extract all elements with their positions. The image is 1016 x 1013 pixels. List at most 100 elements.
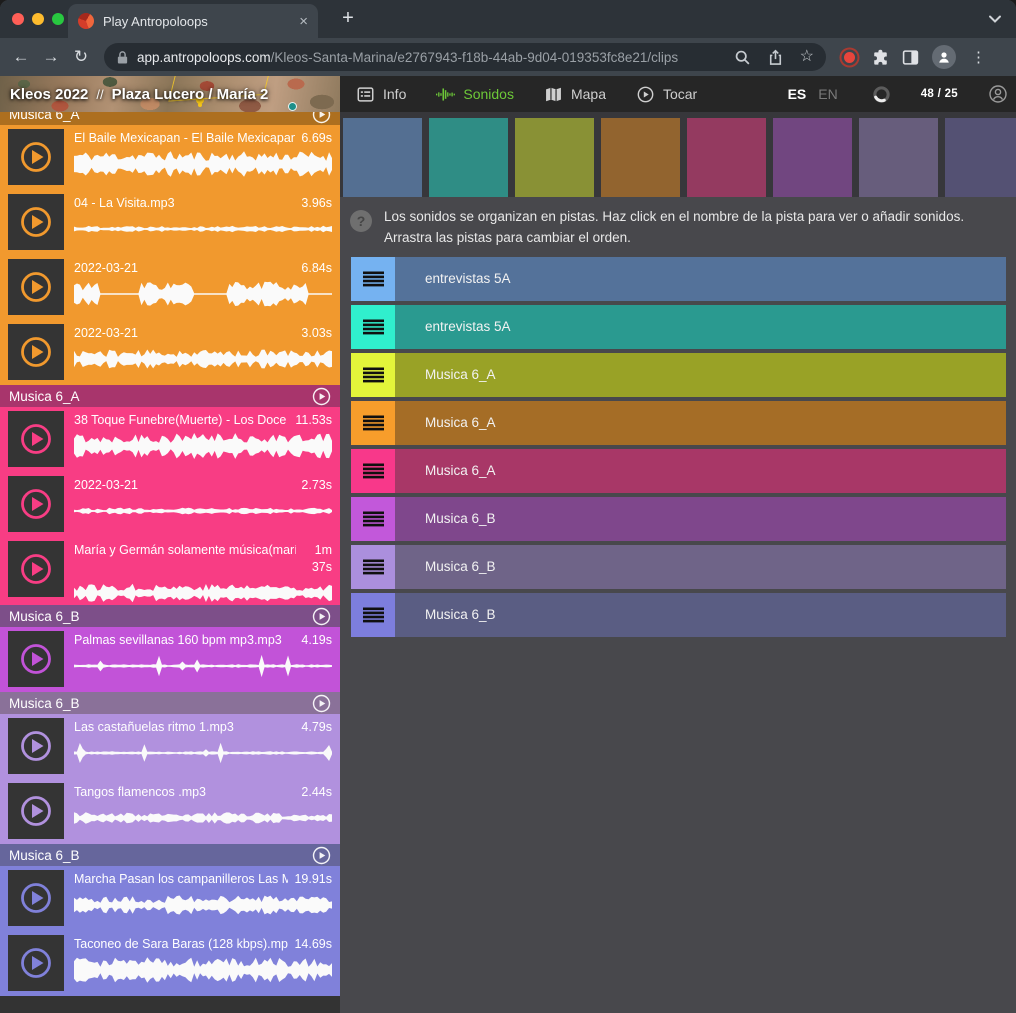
clip-play-button[interactable] [8,783,64,839]
track-section-header[interactable]: Musica 6_A [0,385,340,407]
track-color-swatch[interactable] [343,118,422,197]
track-row[interactable]: entrevistas 5A [351,305,1006,349]
clip-waveform[interactable] [74,738,332,768]
track-color-swatch[interactable] [429,118,508,197]
track-name-bar[interactable]: Musica 6_B [395,593,1006,637]
section-play-icon[interactable] [312,694,331,713]
app-header: Kleos 2022 // Plaza Lucero / María 2 Inf… [0,76,1016,112]
clip-waveform[interactable] [74,651,332,681]
nav-item-sonidos[interactable]: Sonidos [436,86,514,103]
clip-waveform[interactable] [74,803,332,833]
clip-play-button[interactable] [8,411,64,467]
clip-body: Marcha Pasan los campanilleros Las Mejor… [74,870,332,928]
clip-play-button[interactable] [8,935,64,991]
nav-item-info[interactable]: Info [356,86,406,103]
track-row[interactable]: Musica 6_B [351,497,1006,541]
nav-item-mapa[interactable]: Mapa [544,86,606,103]
nav-item-tocar[interactable]: Tocar [636,86,697,103]
track-drag-handle[interactable] [351,593,395,637]
clip-waveform[interactable] [74,578,332,608]
clip-duration: 6.69s [301,130,332,147]
clip-body: 2022-03-21 3.03s [74,324,332,382]
track-name-bar[interactable]: Musica 6_B [395,545,1006,589]
clip-play-button[interactable] [8,194,64,250]
clip-waveform[interactable] [74,214,332,244]
track-drag-handle[interactable] [351,401,395,445]
language-toggle-es[interactable]: ES [788,86,807,102]
forward-button[interactable]: → [36,47,66,67]
track-name: entrevistas 5A [425,271,511,286]
track-drag-handle[interactable] [351,257,395,301]
clip-waveform[interactable] [74,149,332,179]
clip-play-button[interactable] [8,324,64,380]
clip-play-button[interactable] [8,129,64,185]
close-window-button[interactable] [12,13,24,25]
track-drag-handle[interactable] [351,449,395,493]
share-icon[interactable] [767,49,784,66]
reload-button[interactable]: ↻ [66,47,96,67]
clip-play-button[interactable] [8,476,64,532]
minimize-window-button[interactable] [32,13,44,25]
section-play-icon[interactable] [312,846,331,865]
track-row[interactable]: Musica 6_A [351,449,1006,493]
loading-spinner-icon [872,85,891,104]
track-drag-handle[interactable] [351,353,395,397]
new-tab-button[interactable]: + [336,7,360,31]
track-section-header[interactable]: Musica 6_B [0,692,340,714]
track-section-header[interactable]: Musica 6_A [0,112,340,125]
account-icon[interactable] [988,84,1008,104]
track-color-swatch[interactable] [945,118,1016,197]
browser-profile-avatar[interactable] [932,45,956,69]
project-map-thumbnail[interactable]: Kleos 2022 // Plaza Lucero / María 2 [0,76,340,112]
clip-waveform[interactable] [74,344,332,374]
tab-search-chevron-icon[interactable] [988,13,1002,25]
back-button[interactable]: ← [6,47,36,67]
track-name-bar[interactable]: entrevistas 5A [395,305,1006,349]
section-play-icon[interactable] [312,387,331,406]
url-bar[interactable]: app.antropoloops.com/Kleos-Santa-Marina/… [104,43,826,71]
track-drag-handle[interactable] [351,497,395,541]
language-toggle-en[interactable]: EN [818,86,837,102]
breadcrumb-project[interactable]: Kleos 2022 [10,86,88,103]
track-row[interactable]: Musica 6_A [351,353,1006,397]
browser-tab[interactable]: Play Antropoloops × [68,4,318,38]
track-color-swatch[interactable] [859,118,938,197]
track-row[interactable]: Musica 6_B [351,593,1006,637]
recording-indicator-icon[interactable] [844,52,855,63]
section-play-icon[interactable] [312,112,331,124]
track-name-bar[interactable]: Musica 6_A [395,449,1006,493]
clip-waveform[interactable] [74,496,332,526]
side-panel-icon[interactable] [902,49,919,66]
track-color-swatch[interactable] [601,118,680,197]
track-color-swatch[interactable] [773,118,852,197]
track-name-bar[interactable]: Musica 6_A [395,401,1006,445]
track-color-swatch[interactable] [515,118,594,197]
clip-waveform[interactable] [74,431,332,461]
extensions-puzzle-icon[interactable] [872,49,889,66]
track-section-header[interactable]: Musica 6_B [0,844,340,866]
track-name-bar[interactable]: entrevistas 5A [395,257,1006,301]
zoom-window-button[interactable] [52,13,64,25]
clip-play-button[interactable] [8,631,64,687]
track-color-swatch[interactable] [687,118,766,197]
clip-waveform[interactable] [74,279,332,309]
tab-close-icon[interactable]: × [299,14,308,29]
track-name-bar[interactable]: Musica 6_B [395,497,1006,541]
section-play-icon[interactable] [312,607,331,626]
track-drag-handle[interactable] [351,545,395,589]
browser-menu-icon[interactable]: ⋮ [969,48,996,66]
track-drag-handle[interactable] [351,305,395,349]
bookmark-star-icon[interactable]: ☆ [800,49,814,65]
clip-waveform[interactable] [74,890,332,920]
clip-play-button[interactable] [8,259,64,315]
track-section-header[interactable]: Musica 6_B [0,605,340,627]
clip-play-button[interactable] [8,870,64,926]
track-row[interactable]: entrevistas 5A [351,257,1006,301]
track-row[interactable]: Musica 6_A [351,401,1006,445]
track-name-bar[interactable]: Musica 6_A [395,353,1006,397]
track-row[interactable]: Musica 6_B [351,545,1006,589]
clip-waveform[interactable] [74,955,332,985]
search-icon[interactable] [734,49,751,66]
clip-play-button[interactable] [8,718,64,774]
clip-play-button[interactable] [8,541,64,597]
